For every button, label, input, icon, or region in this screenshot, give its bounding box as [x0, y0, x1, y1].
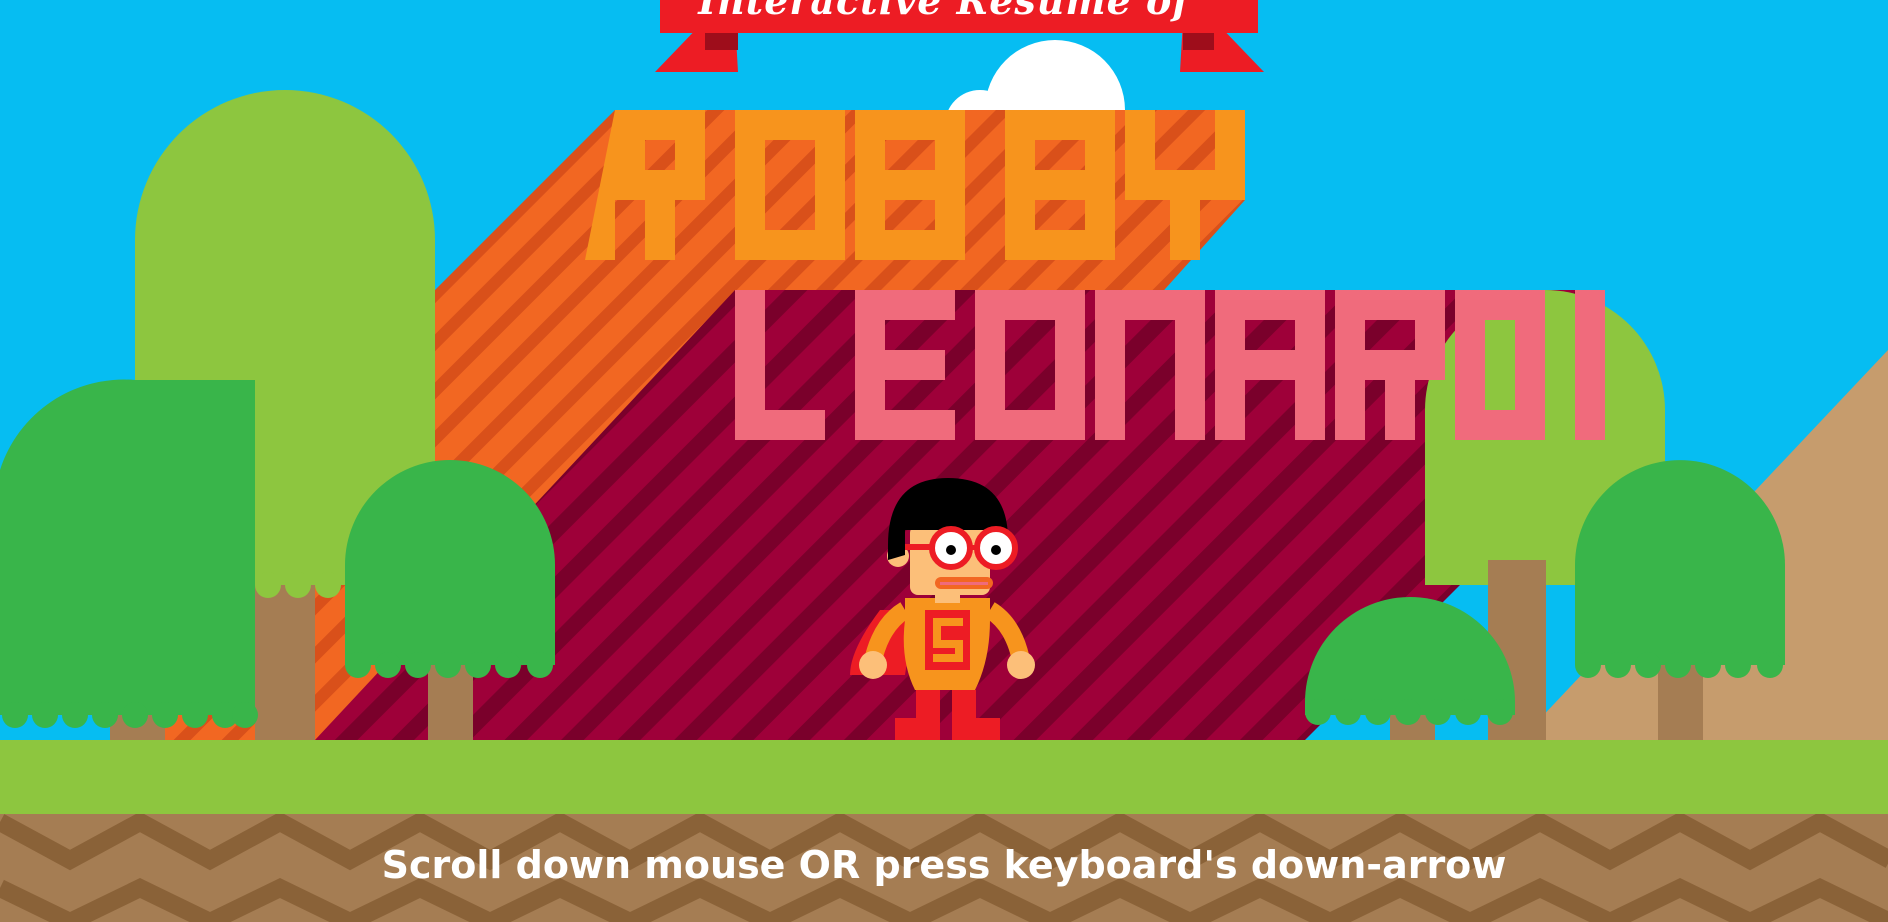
scroll-hint: Scroll down mouse OR press keyboard's do…: [381, 843, 1507, 887]
game-scene: [0, 0, 1888, 922]
banner-title: Interactive Resume of: [698, 0, 1190, 23]
grass-strip: [0, 740, 1888, 812]
tree-dark-left: [0, 379, 258, 740]
